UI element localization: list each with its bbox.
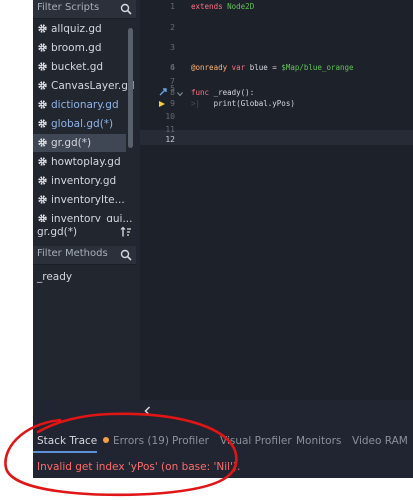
script-item-label: allquiz.gd (51, 23, 102, 35)
tab-monitors[interactable]: Monitors (296, 435, 341, 447)
script-item-label: global.gd(*) (51, 118, 114, 130)
tab-errors-label: Errors (19) (113, 435, 169, 447)
script-item-howtoplay[interactable]: howtoplay.gd (33, 153, 126, 171)
tab-video-ram[interactable]: Video RAM (352, 435, 408, 447)
code-line: 3 (140, 43, 413, 63)
code-line: 2 (140, 23, 413, 43)
script-item-label: bucket.gd (51, 61, 104, 73)
line-number: 8 (170, 88, 175, 97)
sort-icon[interactable] (120, 226, 132, 238)
search-icon[interactable] (120, 3, 132, 15)
line-number: 7 (170, 77, 175, 86)
gear-icon (38, 138, 47, 147)
script-list: allquiz.gd broom.gd bucket.gd CanvasLaye… (33, 20, 136, 230)
gear-icon (38, 119, 47, 128)
code-text: func _ready(): (191, 88, 255, 97)
tab-stack-trace[interactable]: Stack Trace (37, 435, 97, 447)
gear-icon (38, 195, 47, 204)
script-item-label: howtoplay.gd (51, 156, 121, 168)
gear-icon (38, 24, 47, 33)
gear-icon (38, 81, 47, 90)
line-number: 12 (165, 135, 175, 144)
code-text: @onready var blue = $Map/blue_orange (191, 63, 354, 72)
search-icon[interactable] (120, 249, 132, 261)
gear-icon (38, 176, 47, 185)
line-number: 3 (170, 43, 175, 52)
code-line: 1 extends Node2D (140, 2, 413, 22)
script-item-allquiz[interactable]: allquiz.gd (33, 20, 126, 38)
line-number: 11 (165, 125, 175, 134)
filter-methods-field[interactable]: Filter Methods (33, 246, 136, 265)
warning-dot-icon (103, 437, 109, 443)
script-item-dictionary[interactable]: dictionary.gd (33, 96, 126, 114)
script-item-gr[interactable]: gr.gd(*) (33, 134, 126, 152)
filter-scripts-placeholder: Filter Scripts (37, 2, 100, 13)
gear-icon (38, 157, 47, 166)
code-text: >| print(Global.yPos) (191, 99, 295, 108)
current-script-row: gr.gd(*) (33, 222, 136, 242)
code-line: 12 (140, 135, 413, 155)
method-item-ready[interactable]: _ready (37, 271, 72, 283)
active-tab-indicator (33, 451, 97, 453)
code-text: extends Node2D (191, 2, 255, 11)
error-message: Invalid get index 'yPos' (on base: 'Nil'… (37, 461, 241, 473)
line-number: 9 (170, 99, 175, 108)
gear-icon (38, 100, 47, 109)
line-number: 1 (170, 2, 175, 11)
script-item-bucket[interactable]: bucket.gd (33, 58, 126, 76)
script-item-global[interactable]: global.gd(*) (33, 115, 126, 133)
filter-methods-placeholder: Filter Methods (37, 248, 108, 259)
tab-errors[interactable]: Errors (19) (103, 435, 169, 447)
script-item-inventoryitem[interactable]: inventoryIte... (33, 191, 126, 209)
tab-profiler[interactable]: Profiler (172, 435, 209, 447)
gear-icon (38, 62, 47, 71)
godot-editor: Filter Scripts allquiz.gd broom.gd bucke… (33, 0, 413, 478)
fold-arrow-icon[interactable] (177, 91, 183, 97)
script-item-label: broom.gd (51, 42, 102, 54)
current-script-name: gr.gd(*) (37, 226, 78, 238)
code-editor[interactable]: 1 extends Node2D 2 3 4 5 6 @onready var … (140, 0, 413, 400)
line-number: 2 (170, 23, 175, 32)
debugger-panel: Stack Trace Errors (19) Profiler Visual … (33, 425, 413, 478)
gear-icon (38, 43, 47, 52)
script-item-inventory[interactable]: inventory.gd (33, 172, 126, 190)
script-item-broom[interactable]: broom.gd (33, 39, 126, 57)
script-item-label: CanvasLayer.gd (51, 80, 135, 92)
filter-scripts-field[interactable]: Filter Scripts (33, 0, 136, 19)
scripts-panel: Filter Scripts allquiz.gd broom.gd bucke… (33, 0, 136, 400)
script-item-label: inventory.gd (51, 175, 117, 187)
script-list-scrollbar[interactable] (128, 28, 133, 148)
tab-visual-profiler[interactable]: Visual Profiler (220, 435, 292, 447)
collapse-panel-icon[interactable] (144, 406, 151, 416)
script-item-canvaslayer[interactable]: CanvasLayer.gd (33, 77, 135, 95)
line-number: 10 (165, 112, 175, 121)
line-number: 6 (170, 63, 175, 72)
script-item-label: inventoryIte... (51, 194, 125, 206)
script-item-label: gr.gd(*) (51, 137, 92, 149)
script-item-label: dictionary.gd (51, 99, 119, 111)
